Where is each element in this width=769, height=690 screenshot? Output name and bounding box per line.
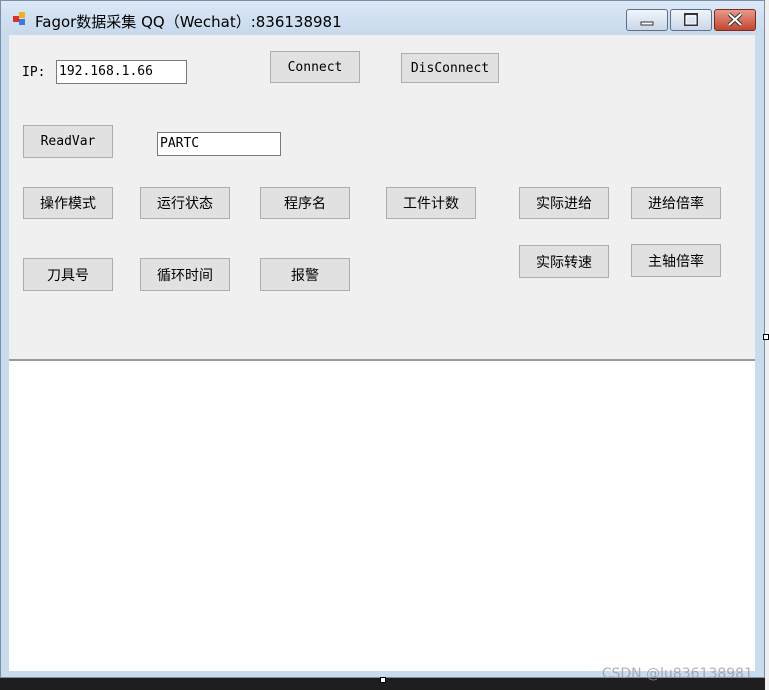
actual-speed-button[interactable]: 实际转速 (519, 245, 609, 278)
close-button[interactable] (714, 9, 756, 31)
actual-feed-button[interactable]: 实际进给 (519, 187, 609, 219)
title-bar[interactable]: Fagor数据采集 QQ（Wechat）:836138981 (1, 1, 764, 35)
control-panel: IP: 192.168.1.66 Connect DisConnect Read… (9, 35, 755, 359)
disconnect-button[interactable]: DisConnect (401, 53, 499, 83)
readvar-button[interactable]: ReadVar (23, 125, 113, 158)
cycle-time-button[interactable]: 循环时间 (140, 258, 230, 291)
run-status-button[interactable]: 运行状态 (140, 187, 230, 219)
ip-label: IP: (22, 65, 46, 80)
client-area: IP: 192.168.1.66 Connect DisConnect Read… (9, 35, 755, 671)
ip-input[interactable]: 192.168.1.66 (56, 60, 187, 84)
connect-button[interactable]: Connect (270, 51, 360, 83)
spindle-override-button[interactable]: 主轴倍率 (631, 244, 721, 277)
close-icon (727, 12, 743, 27)
minimize-button[interactable] (626, 9, 668, 31)
operation-mode-button[interactable]: 操作模式 (23, 187, 113, 219)
resize-handle-bottom[interactable] (380, 677, 386, 683)
workpiece-count-button[interactable]: 工件计数 (386, 187, 476, 219)
alarm-button[interactable]: 报警 (260, 258, 350, 291)
watermark: CSDN @lu836138981 (601, 666, 753, 682)
var-name-input[interactable]: PARTC (157, 132, 281, 156)
program-name-button[interactable]: 程序名 (260, 187, 350, 219)
designer-surface-edge (765, 0, 769, 690)
output-area[interactable] (9, 361, 755, 671)
maximize-button[interactable] (670, 9, 712, 31)
minimize-icon (640, 21, 654, 26)
maximize-icon (684, 13, 698, 26)
app-window: Fagor数据采集 QQ（Wechat）:836138981 IP: 192.1… (0, 0, 765, 678)
tool-number-button[interactable]: 刀具号 (23, 258, 113, 291)
app-icon (13, 12, 27, 26)
resize-handle-right[interactable] (763, 334, 769, 340)
window-title: Fagor数据采集 QQ（Wechat）:836138981 (35, 13, 342, 31)
feed-override-button[interactable]: 进给倍率 (631, 187, 721, 219)
